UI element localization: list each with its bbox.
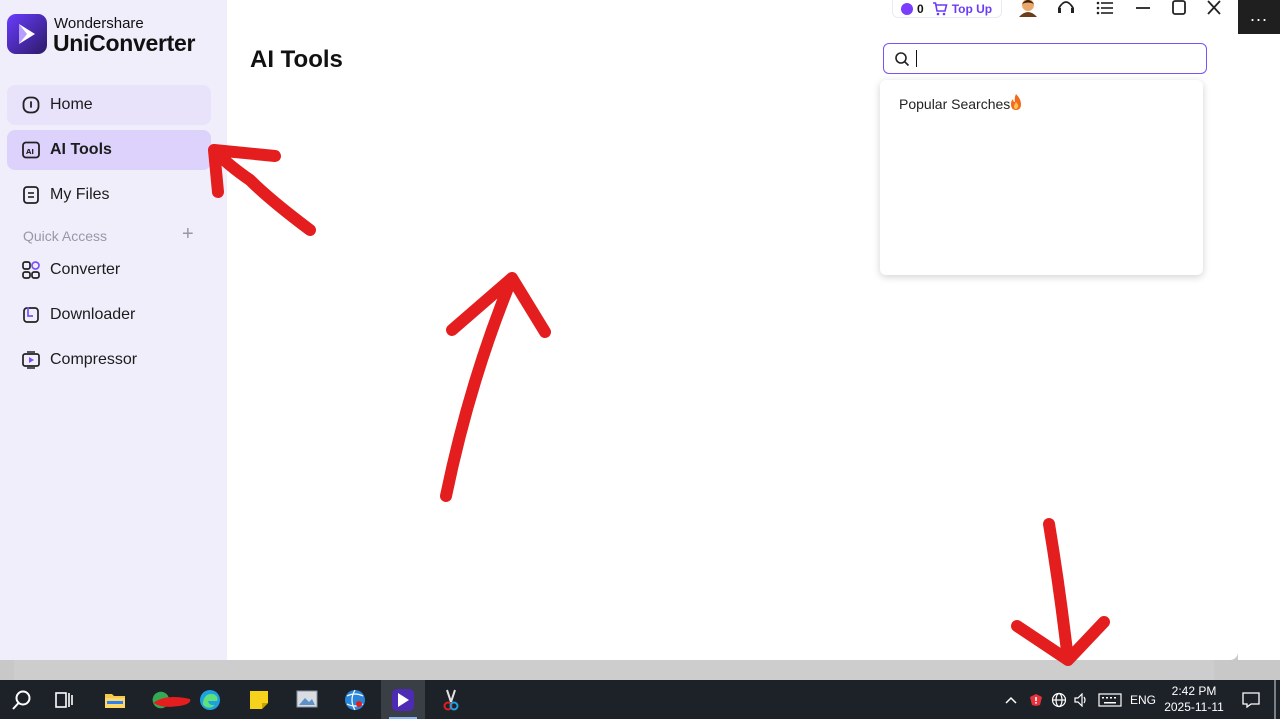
sidebar-item-label: My Files (50, 186, 110, 203)
desktop-background (1238, 0, 1280, 680)
file-icon (21, 185, 41, 205)
keyboard-icon[interactable] (1096, 680, 1124, 719)
sidebar-item-label: Converter (50, 261, 121, 278)
volume-icon[interactable] (1071, 680, 1093, 719)
maximize-icon[interactable] (1170, 0, 1188, 16)
photos-app-icon[interactable] (285, 680, 329, 719)
page-title: AI Tools (250, 46, 343, 73)
security-shield-icon[interactable] (1025, 680, 1047, 719)
converter-icon (21, 260, 41, 280)
app-window: Wondershare UniConverter Home AI AI Tool… (0, 0, 1238, 660)
brand-product: UniConverter (53, 30, 196, 56)
clock-time: 2:42 PM (1171, 684, 1217, 698)
sidebar-item-label: Home (50, 96, 93, 113)
home-icon (21, 95, 41, 115)
clock-date: 2025-11-11 (1164, 700, 1224, 714)
sidebar-item-label: Downloader (50, 306, 136, 323)
search-dropdown: Popular Searches (880, 80, 1203, 275)
sidebar-item-downloader[interactable]: Downloader (7, 295, 211, 335)
sidebar-item-my-files[interactable]: My Files (7, 175, 211, 215)
globe-app-icon[interactable] (333, 680, 377, 719)
quick-access-label: Quick Access (23, 228, 108, 244)
sidebar-item-ai-tools[interactable]: AI AI Tools (7, 130, 211, 170)
minimize-icon[interactable] (1134, 0, 1152, 16)
chrome-icon[interactable] (148, 680, 192, 719)
sidebar-item-home[interactable]: Home (7, 85, 211, 125)
sidebar: Wondershare UniConverter Home AI AI Tool… (0, 0, 227, 660)
menu-list-icon[interactable] (1096, 0, 1114, 16)
svg-text:AI: AI (26, 148, 34, 156)
sidebar-item-converter[interactable]: Converter (7, 250, 211, 290)
more-options-button[interactable]: ... (1238, 0, 1280, 34)
compressor-icon (21, 350, 41, 370)
notifications-icon[interactable] (1236, 680, 1266, 719)
top-up-button[interactable]: Top Up (952, 2, 992, 16)
uniconverter-taskbar-icon[interactable] (381, 680, 425, 719)
show-desktop-divider[interactable] (1274, 680, 1276, 719)
sidebar-item-label: AI Tools (50, 141, 112, 158)
file-explorer-icon[interactable] (93, 680, 137, 719)
desktop-strip (0, 660, 1280, 680)
cart-icon (932, 1, 948, 16)
downloader-icon (21, 305, 41, 325)
search-input[interactable] (923, 50, 1183, 67)
coins-topup-widget[interactable]: 0 Top Up (892, 0, 1002, 18)
fire-icon (1008, 93, 1024, 116)
gem-icon (901, 2, 913, 15)
popular-searches-label: Popular Searches (899, 96, 1011, 112)
close-icon[interactable] (1205, 0, 1223, 16)
app-logo (7, 14, 47, 54)
coin-count: 0 (917, 1, 924, 16)
avatar[interactable] (1016, 0, 1040, 17)
search-icon (894, 51, 910, 67)
task-view-icon[interactable] (42, 680, 86, 719)
ai-icon: AI (21, 140, 41, 160)
sticky-notes-icon[interactable] (237, 680, 281, 719)
horizontal-scrollbar[interactable] (14, 660, 1214, 680)
headset-icon[interactable] (1056, 0, 1076, 16)
sidebar-item-label: Compressor (50, 351, 138, 368)
search-box[interactable] (883, 43, 1207, 74)
system-clock[interactable]: 2:42 PM 2025-11-11 (1162, 683, 1226, 715)
text-caret (916, 50, 917, 67)
snipping-tool-icon[interactable] (429, 680, 473, 719)
sidebar-item-compressor[interactable]: Compressor (7, 340, 211, 380)
input-language[interactable]: ENG (1126, 680, 1160, 719)
edge-icon[interactable] (188, 680, 232, 719)
show-hidden-icons-chevron-icon[interactable] (1000, 680, 1022, 719)
search-icon[interactable] (0, 680, 44, 719)
taskbar: ENG 2:42 PM 2025-11-11 (0, 680, 1280, 719)
network-globe-icon[interactable] (1048, 680, 1070, 719)
quick-access-add-button[interactable]: + (182, 224, 194, 244)
